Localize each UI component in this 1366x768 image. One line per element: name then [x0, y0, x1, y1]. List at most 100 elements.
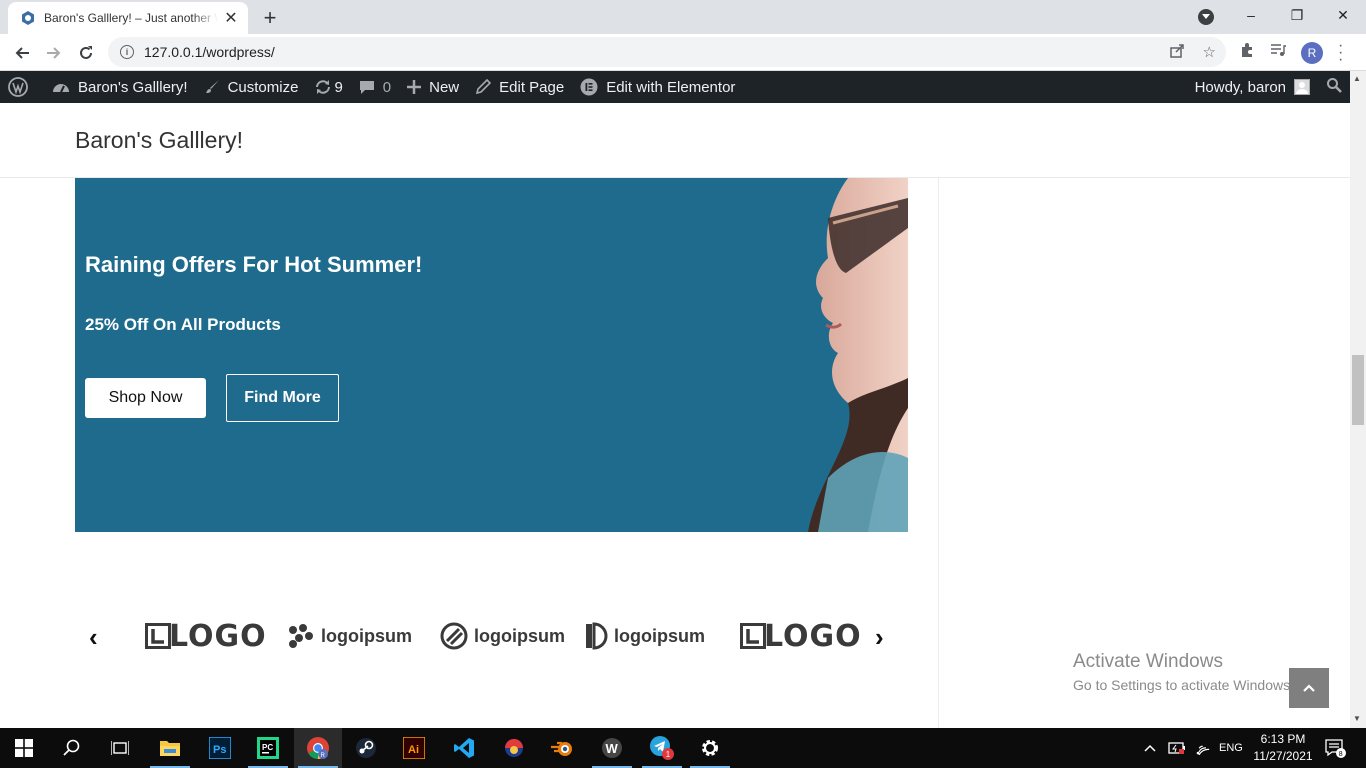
notification-icon: 8 [1325, 739, 1346, 758]
app-circle-icon [505, 739, 523, 757]
adminbar-comments[interactable]: 0 [351, 71, 399, 103]
taskbar-search-button[interactable] [48, 728, 96, 768]
clock-time: 6:13 PM [1260, 732, 1306, 746]
paintbrush-icon [204, 79, 220, 95]
search-icon [63, 739, 80, 756]
logo-item[interactable]: LOGO [145, 618, 267, 654]
new-tab-button[interactable]: + [258, 5, 282, 30]
clock-date: 11/27/2021 [1253, 749, 1313, 763]
comment-bubble-icon [359, 79, 375, 95]
blender-button[interactable] [538, 728, 586, 768]
find-more-button[interactable]: Find More [226, 374, 339, 422]
carousel-next-button[interactable]: › [875, 622, 884, 653]
telegram-badge: 1 [666, 750, 671, 759]
svg-text:W: W [606, 741, 619, 756]
logo-item[interactable]: logoipsum [287, 618, 412, 654]
restore-button[interactable]: ❐ [1274, 0, 1320, 30]
forward-arrow-icon[interactable] [40, 39, 68, 67]
browser-menu-icon[interactable]: · · · [1338, 38, 1343, 68]
adminbar-edit-page[interactable]: Edit Page [467, 71, 572, 103]
task-view-button[interactable] [96, 728, 144, 768]
hero-title: Raining Offers For Hot Summer! [85, 252, 423, 277]
taskbar-clock[interactable]: 6:13 PM 11/27/2021 [1252, 731, 1314, 765]
activate-subtitle: Go to Settings to activate Windows. [1073, 677, 1294, 693]
reload-icon[interactable] [72, 39, 100, 67]
woman-sunglasses-image [808, 178, 908, 532]
tab-close-icon[interactable]: ✕ [222, 9, 240, 27]
notification-count: 8 [1339, 751, 1343, 758]
browser-tab[interactable]: Baron's Galllery! – Just another WordPre… [8, 2, 248, 34]
logo-circle-icon [440, 622, 468, 650]
adminbar-account[interactable]: Howdy, baron [1187, 71, 1318, 103]
wordpress-app-button[interactable]: W [588, 728, 636, 768]
chevron-up-icon [1303, 684, 1315, 692]
adminbar-edit-elementor[interactable]: Edit with Elementor [572, 71, 743, 103]
wifi-icon[interactable] [1194, 728, 1210, 768]
extensions-puzzle-icon[interactable] [1239, 42, 1255, 63]
adminbar-updates[interactable]: 9 [306, 71, 350, 103]
adminbar-site-name[interactable]: Baron's Galllery! [44, 71, 196, 103]
steam-button[interactable] [342, 728, 390, 768]
logo-item[interactable]: logoipsum [440, 618, 565, 654]
adminbar-customize[interactable]: Customize [196, 71, 307, 103]
pycharm-icon: PC [257, 737, 279, 759]
file-explorer-button[interactable] [146, 728, 194, 768]
pycharm-button[interactable]: PC [244, 728, 292, 768]
site-title[interactable]: Baron's Galllery! [75, 127, 243, 154]
close-window-button[interactable]: ✕ [1320, 0, 1366, 30]
steam-icon [356, 738, 376, 758]
photoshop-icon: Ps [209, 737, 231, 759]
start-button[interactable] [0, 728, 48, 768]
tray-overflow-chevron-icon[interactable] [1144, 728, 1156, 768]
vscode-button[interactable] [440, 728, 488, 768]
new-label: New [429, 78, 460, 96]
site-info-icon[interactable]: i [120, 45, 134, 59]
logo-item[interactable]: logoipsum [584, 618, 705, 654]
gear-icon [702, 740, 718, 756]
scroll-to-top-button[interactable] [1289, 668, 1329, 708]
battery-icon[interactable] [1168, 728, 1186, 768]
carousel-prev-button[interactable]: ‹ [89, 622, 98, 653]
wordpress-app-icon: W [602, 738, 622, 758]
back-arrow-icon[interactable] [8, 39, 36, 67]
logo-item[interactable]: LOGO [740, 618, 862, 654]
user-avatar [1294, 79, 1310, 95]
hero-banner: Raining Offers For Hot Summer! 25% Off O… [75, 178, 908, 532]
illustrator-button[interactable]: Ai [390, 728, 438, 768]
wordpress-logo-icon [8, 77, 28, 97]
share-icon[interactable] [1169, 43, 1185, 62]
settings-button[interactable] [686, 728, 734, 768]
profile-avatar[interactable]: R [1301, 42, 1323, 64]
svg-text:R: R [321, 753, 326, 759]
activate-title: Activate Windows [1073, 651, 1223, 672]
elementor-icon [580, 78, 598, 96]
tab-search-icon[interactable] [1198, 9, 1214, 25]
logo-text: logoipsum [614, 625, 705, 646]
circle-app-button[interactable] [490, 728, 538, 768]
language-indicator[interactable]: ENG [1219, 728, 1243, 768]
scroll-down-arrow-icon[interactable]: ▼ [1353, 714, 1361, 723]
bookmark-star-icon[interactable]: ☆ [1203, 43, 1216, 62]
page-content: Baron's Galllery! Raining Offers For Hot… [0, 103, 1350, 728]
logo-text: LOGO [169, 618, 267, 654]
media-queue-icon[interactable] [1270, 42, 1286, 63]
address-bar[interactable]: i 127.0.0.1/wordpress/ ☆ [108, 37, 1226, 67]
shop-now-button[interactable]: Shop Now [85, 378, 206, 418]
adminbar-search[interactable] [1318, 71, 1350, 103]
minimize-button[interactable]: – [1228, 0, 1274, 30]
url-text: 127.0.0.1/wordpress/ [144, 44, 275, 60]
pencil-icon [475, 79, 492, 95]
windows-taskbar: Ps PC R Ai W 1 ENG 6:13 PM 11/27/2021 8 [0, 728, 1366, 768]
chrome-button[interactable]: R [294, 728, 342, 768]
photoshop-button[interactable]: Ps [196, 728, 244, 768]
scrollbar-thumb[interactable] [1352, 355, 1364, 425]
wp-logo-menu[interactable] [0, 71, 44, 103]
hero-subtitle: 25% Off On All Products [85, 315, 281, 334]
notification-center-button[interactable]: 8 [1324, 728, 1346, 768]
blender-icon [551, 741, 572, 756]
logo-halfmoon-icon [586, 622, 608, 650]
adminbar-new[interactable]: New [399, 71, 467, 103]
edit-elementor-label: Edit with Elementor [606, 78, 736, 96]
telegram-button[interactable]: 1 [638, 728, 686, 768]
scroll-up-arrow-icon[interactable]: ▲ [1353, 74, 1361, 83]
